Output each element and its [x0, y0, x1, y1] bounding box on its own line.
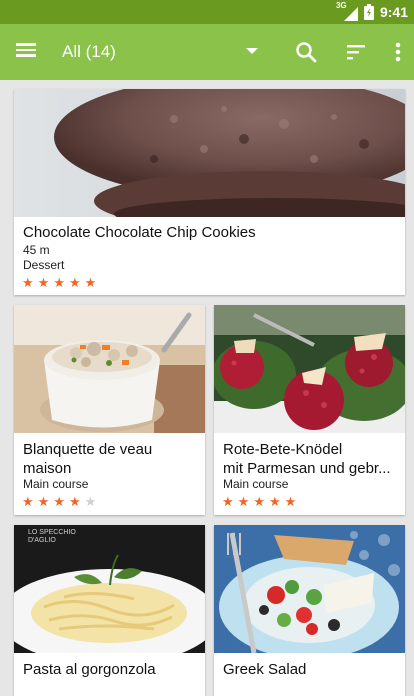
- star-filled-icon: ★: [53, 275, 65, 290]
- image-watermark: LO SPECCHIO D'AGLIO: [28, 529, 76, 544]
- signal-icon: 3G: [336, 1, 358, 21]
- star-filled-icon: ★: [68, 275, 81, 290]
- star-filled-icon: ★: [268, 494, 281, 509]
- recipe-category: Main course: [223, 477, 289, 491]
- status-bar: 3G 9:41: [0, 0, 414, 24]
- star-filled-icon: ★: [253, 494, 265, 509]
- recipe-card[interactable]: Chocolate Chocolate Chip Cookies 45 m De…: [14, 89, 405, 295]
- category-filter-dropdown[interactable]: All (14): [62, 39, 258, 65]
- star-filled-icon: ★: [37, 494, 50, 509]
- recipe-card[interactable]: Greek Salad: [214, 525, 405, 696]
- recipe-title: Blanquette de veau: [23, 441, 153, 458]
- filter-label: All (14): [62, 42, 116, 61]
- recipe-title: Pasta al gorgonzola: [23, 661, 156, 678]
- rating-stars: ★ ★ ★ ★ ★: [22, 276, 96, 289]
- recipe-card[interactable]: Blanquette de veau maison Main course ★ ★…: [14, 305, 205, 515]
- star-filled-icon: ★: [222, 494, 234, 509]
- recipe-title-line-2: maison: [23, 460, 72, 477]
- recipe-title: Greek Salad: [223, 661, 307, 678]
- clock: 9:41: [379, 4, 408, 20]
- star-filled-icon: ★: [84, 275, 97, 290]
- battery-icon: [363, 4, 374, 20]
- app-bar: All (14): [0, 24, 414, 80]
- star-filled-icon: ★: [284, 494, 297, 509]
- recipe-photo: [14, 305, 205, 433]
- sort-icon[interactable]: [344, 40, 368, 64]
- menu-icon[interactable]: [14, 40, 38, 64]
- recipe-title-line-2: mit Parmesan und gebr...: [223, 460, 391, 477]
- recipe-duration: 45 m: [23, 243, 50, 257]
- recipe-title: Chocolate Chocolate Chip Cookies: [23, 224, 256, 241]
- recipe-card[interactable]: LO SPECCHIO D'AGLIO Pasta al gorgonzola: [14, 525, 205, 696]
- star-filled-icon: ★: [37, 275, 50, 290]
- dropdown-arrow-icon: [246, 48, 258, 54]
- star-filled-icon: ★: [237, 494, 250, 509]
- more-options-icon[interactable]: [388, 40, 408, 64]
- recipe-category: Dessert: [23, 258, 65, 272]
- star-filled-icon: ★: [53, 494, 65, 509]
- star-filled-icon: ★: [22, 494, 34, 509]
- recipe-photo: [214, 305, 405, 433]
- rating-stars: ★ ★ ★ ★ ★: [22, 495, 96, 508]
- recipe-photo: [214, 525, 405, 653]
- recipe-title: Rote-Bete-Knödel: [223, 441, 343, 458]
- recipe-photo: [14, 89, 405, 217]
- recipe-category: Main course: [23, 477, 89, 491]
- star-filled-icon: ★: [68, 494, 81, 509]
- star-empty-icon: ★: [84, 494, 97, 509]
- recipe-card[interactable]: Rote-Bete-Knödel mit Parmesan und gebr..…: [214, 305, 405, 515]
- star-filled-icon: ★: [22, 275, 34, 290]
- search-icon[interactable]: [294, 40, 318, 64]
- rating-stars: ★ ★ ★ ★ ★: [222, 495, 296, 508]
